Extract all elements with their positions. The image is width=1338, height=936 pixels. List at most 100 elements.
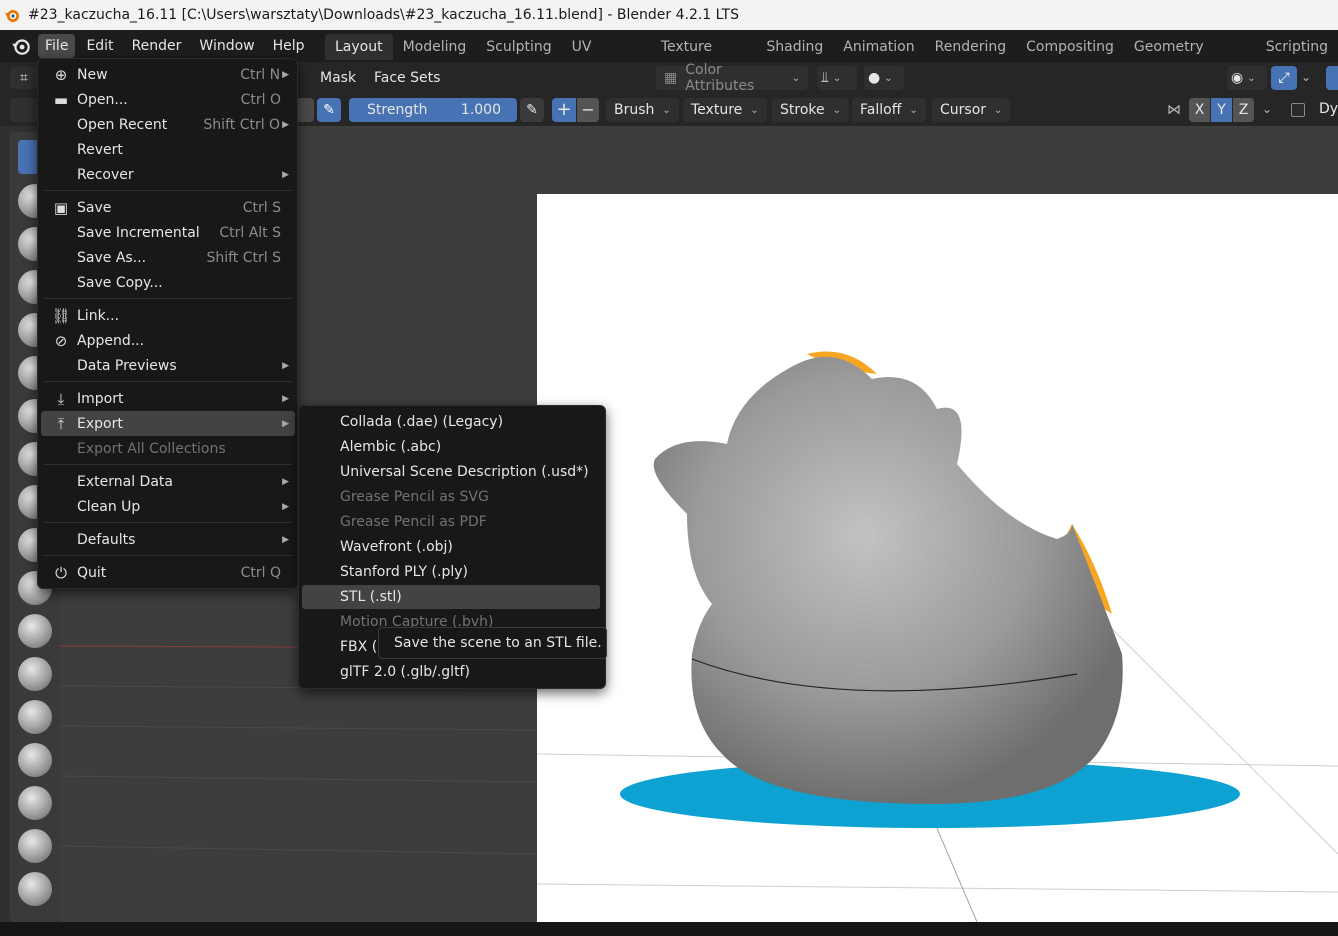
append-icon: ⊘ bbox=[54, 331, 68, 350]
visibility-dropdown[interactable]: ◉ ⌄ bbox=[1227, 66, 1267, 90]
fill-tool-icon[interactable] bbox=[18, 614, 52, 648]
chevron-down-icon[interactable]: ⌄ bbox=[1262, 102, 1272, 116]
submenu-arrow-icon: ▶ bbox=[282, 393, 289, 404]
subtract-mode-button[interactable]: − bbox=[577, 98, 599, 122]
tab-geometry-nodes[interactable]: Geometry Nodes bbox=[1124, 34, 1256, 81]
submenu-arrow-icon: ▶ bbox=[282, 534, 289, 545]
menu-item-export-all-collections[interactable]: Export All Collections bbox=[41, 436, 295, 461]
overlay-toggle-button[interactable] bbox=[1326, 66, 1338, 90]
menu-item-new[interactable]: ⊕ New Ctrl N ▶ bbox=[41, 62, 295, 87]
axis-z-toggle[interactable]: Z bbox=[1233, 98, 1254, 122]
color-attributes-icon: ▦ bbox=[664, 70, 678, 86]
workspace-tabs: Layout Modeling Sculpting UV Editing Tex… bbox=[325, 34, 1338, 81]
tab-modeling[interactable]: Modeling bbox=[393, 34, 477, 60]
gizmo-toggle-button[interactable]: ⤢ bbox=[1271, 66, 1297, 90]
snap-dropdown[interactable]: ● ⌄ bbox=[864, 66, 904, 90]
multiplane-scrape-tool-icon[interactable] bbox=[18, 700, 52, 734]
tab-uv-editing[interactable]: UV Editing bbox=[562, 34, 651, 81]
duck-model bbox=[537, 351, 1338, 922]
blender-logo-icon bbox=[5, 10, 19, 22]
menu-file[interactable]: File bbox=[38, 34, 76, 58]
export-collada[interactable]: Collada (.dae) (Legacy) bbox=[302, 410, 600, 434]
color-attributes-dropdown[interactable]: ▦ Color Attributes ⌄ bbox=[656, 62, 808, 94]
tooltip: Save the scene to an STL file. bbox=[378, 627, 607, 659]
tab-scripting[interactable]: Scripting bbox=[1256, 34, 1338, 60]
submenu-arrow-icon: ▶ bbox=[282, 418, 289, 429]
menu-render[interactable]: Render bbox=[125, 34, 189, 58]
menu-item-clean-up[interactable]: Clean Up ▶ bbox=[41, 494, 295, 519]
grab-tool-icon[interactable] bbox=[18, 786, 52, 820]
export-usd[interactable]: Universal Scene Description (.usd*) bbox=[302, 460, 600, 484]
strength-pressure-icon[interactable]: ✎ bbox=[520, 98, 544, 122]
tab-texture-paint[interactable]: Texture Paint bbox=[651, 34, 757, 81]
export-stl[interactable]: STL (.stl) bbox=[302, 585, 600, 609]
chevron-down-icon: ⌄ bbox=[832, 104, 842, 116]
menu-item-export[interactable]: ⤒ Export ▶ bbox=[41, 411, 295, 436]
menu-edit[interactable]: Edit bbox=[79, 34, 120, 58]
window-titlebar: #23_kaczucha_16.11 [C:\Users\warsztaty\D… bbox=[0, 0, 1338, 30]
snake-hook-tool-icon[interactable] bbox=[18, 872, 52, 906]
texture-dropdown[interactable]: Texture ⌄ bbox=[683, 98, 767, 122]
chevron-down-icon[interactable]: ⌄ bbox=[1301, 70, 1311, 84]
tab-shading[interactable]: Shading bbox=[756, 34, 833, 60]
brush-pen-icon[interactable]: ✎ bbox=[317, 98, 341, 122]
menu-item-save-as[interactable]: Save As... Shift Ctrl S bbox=[41, 245, 295, 270]
tab-sculpting[interactable]: Sculpting bbox=[476, 34, 561, 60]
menu-separator bbox=[44, 381, 292, 382]
tab-rendering[interactable]: Rendering bbox=[925, 34, 1017, 60]
tab-animation[interactable]: Animation bbox=[833, 34, 924, 60]
brush-dropdown[interactable]: Brush ⌄ bbox=[606, 98, 679, 122]
menu-item-external-data[interactable]: External Data ▶ bbox=[41, 469, 295, 494]
stroke-dropdown[interactable]: Stroke ⌄ bbox=[772, 98, 850, 122]
pinch-tool-icon[interactable] bbox=[18, 743, 52, 777]
menu-item-defaults[interactable]: Defaults ▶ bbox=[41, 527, 295, 552]
add-mode-button[interactable]: + bbox=[552, 98, 576, 122]
export-icon: ⤒ bbox=[57, 414, 65, 433]
mask-menu[interactable]: Mask bbox=[320, 66, 356, 90]
menu-item-open[interactable]: ▬ Open... Ctrl O bbox=[41, 87, 295, 112]
elastic-deform-tool-icon[interactable] bbox=[18, 829, 52, 863]
menu-item-open-recent[interactable]: Open Recent Shift Ctrl O ▶ bbox=[41, 112, 295, 137]
menu-separator bbox=[44, 190, 292, 191]
cursor-dropdown[interactable]: Cursor ⌄ bbox=[932, 98, 1011, 122]
falloff-dropdown[interactable]: Falloff ⌄ bbox=[852, 98, 926, 122]
axis-y-toggle[interactable]: Y bbox=[1211, 98, 1232, 122]
pivot-dropdown[interactable]: ⫫ ⌄ bbox=[817, 66, 857, 90]
chevron-down-icon: ⌄ bbox=[909, 104, 918, 116]
export-gltf[interactable]: glTF 2.0 (.glb/.gltf) bbox=[302, 660, 600, 684]
menu-item-quit[interactable]: ⏻ Quit Ctrl Q bbox=[41, 560, 295, 585]
export-stanford-ply[interactable]: Stanford PLY (.ply) bbox=[302, 560, 600, 584]
export-grease-pencil-svg[interactable]: Grease Pencil as SVG bbox=[302, 485, 600, 509]
menu-item-save-copy[interactable]: Save Copy... bbox=[41, 270, 295, 295]
dyntopo-checkbox[interactable] bbox=[1291, 103, 1305, 117]
menu-item-save-incremental[interactable]: Save Incremental Ctrl Alt S bbox=[41, 220, 295, 245]
export-grease-pencil-pdf[interactable]: Grease Pencil as PDF bbox=[302, 510, 600, 534]
export-wavefront-obj[interactable]: Wavefront (.obj) bbox=[302, 535, 600, 559]
blender-menu-icon[interactable] bbox=[10, 35, 32, 57]
menu-item-data-previews[interactable]: Data Previews ▶ bbox=[41, 353, 295, 378]
face-sets-menu[interactable]: Face Sets bbox=[374, 66, 440, 90]
export-alembic[interactable]: Alembic (.abc) bbox=[302, 435, 600, 459]
editor-type-icon[interactable]: ⌗ bbox=[10, 67, 38, 89]
menu-item-save[interactable]: ▣ Save Ctrl S bbox=[41, 195, 295, 220]
snap-icon: ● bbox=[868, 70, 881, 86]
dyntopo-label: Dy bbox=[1319, 101, 1338, 117]
brush-preview-button[interactable] bbox=[298, 98, 314, 122]
menu-item-recover[interactable]: Recover ▶ bbox=[41, 162, 295, 187]
menu-item-link[interactable]: ⛓ Link... bbox=[41, 303, 295, 328]
menu-item-revert[interactable]: Revert bbox=[41, 137, 295, 162]
menu-item-import[interactable]: ⤓ Import ▶ bbox=[41, 386, 295, 411]
tab-compositing[interactable]: Compositing bbox=[1016, 34, 1124, 60]
scrape-tool-icon[interactable] bbox=[18, 657, 52, 691]
import-icon: ⤓ bbox=[57, 389, 65, 408]
chevron-down-icon: ⌄ bbox=[662, 104, 671, 116]
menu-item-append[interactable]: ⊘ Append... bbox=[41, 328, 295, 353]
tool-settings-icon[interactable] bbox=[10, 98, 38, 122]
strength-slider[interactable]: Strength 1.000 bbox=[349, 98, 517, 122]
pivot-icon: ⫫ bbox=[821, 70, 829, 86]
menu-help[interactable]: Help bbox=[266, 34, 312, 58]
axis-x-toggle[interactable]: X bbox=[1189, 98, 1210, 122]
menu-window[interactable]: Window bbox=[192, 34, 261, 58]
submenu-arrow-icon: ▶ bbox=[282, 360, 289, 371]
tab-layout[interactable]: Layout bbox=[325, 34, 393, 60]
